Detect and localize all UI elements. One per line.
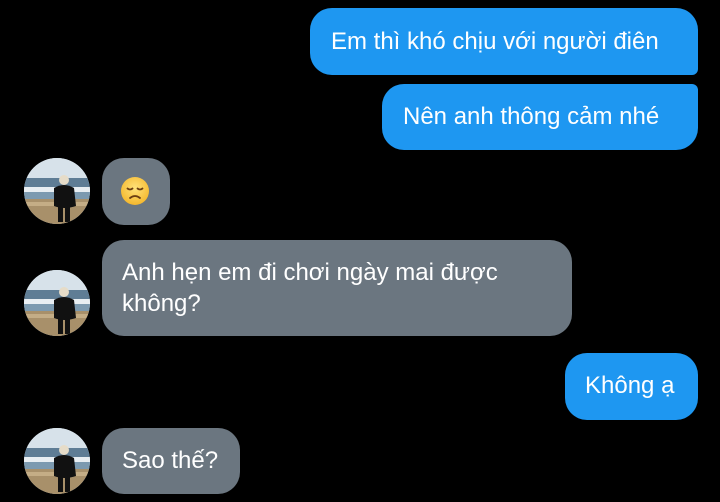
message-text: Nên anh thông cảm nhé	[403, 103, 660, 130]
message-text: Em thì khó chịu với người điên	[331, 28, 659, 55]
message-text: Sao thế?	[122, 447, 219, 474]
avatar-photo	[24, 270, 90, 336]
incoming-message-bubble[interactable]: Anh hẹn em đi chơi ngày mai được không?	[102, 240, 572, 336]
outgoing-message-bubble[interactable]: Nên anh thông cảm nhé	[382, 84, 698, 150]
contact-avatar[interactable]	[24, 158, 90, 224]
avatar-photo	[24, 428, 90, 494]
contact-avatar[interactable]	[24, 270, 90, 336]
outgoing-message-bubble[interactable]: Không ạ	[565, 353, 698, 420]
outgoing-message-bubble[interactable]: Em thì khó chịu với người điên	[310, 8, 698, 75]
avatar-photo	[24, 158, 90, 224]
contact-avatar[interactable]	[24, 428, 90, 494]
disappointed-face-emoji-icon	[121, 177, 149, 205]
message-text: Không ạ	[585, 372, 675, 399]
incoming-message-bubble[interactable]	[102, 158, 170, 225]
incoming-message-bubble[interactable]: Sao thế?	[102, 428, 240, 494]
message-text: Anh hẹn em đi chơi ngày mai được không?	[122, 259, 498, 317]
